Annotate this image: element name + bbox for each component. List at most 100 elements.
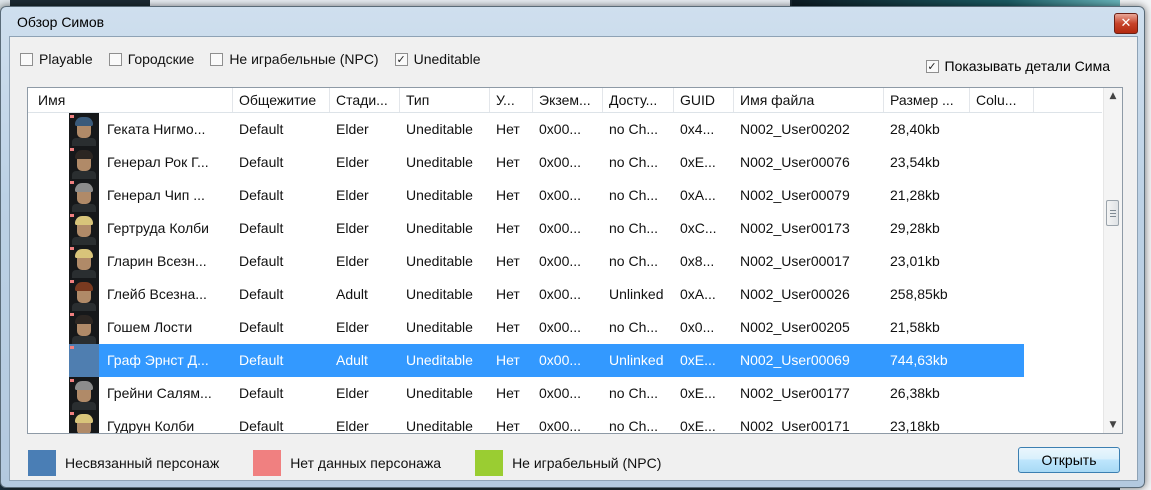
cell-dorm: Default [239, 253, 284, 269]
cell-size: 29,28kb [890, 220, 940, 236]
cell-name: Гертруда Колби [107, 220, 209, 236]
cell-stage: Adult [336, 352, 368, 368]
dialog-body: Playable Городские Не играбельные (NPC) ✓ Un… [9, 36, 1138, 481]
filter-label: Uneditable [413, 51, 481, 67]
cell-type: Uneditable [406, 319, 473, 335]
cell-inst: 0x00... [539, 220, 582, 236]
scroll-down-icon[interactable]: ▼ [1104, 417, 1122, 433]
cell-stage: Elder [336, 121, 369, 137]
table-row[interactable]: Гудрун Колби Default Elder Uneditable Нет 0x0… [28, 410, 1102, 434]
cell-file: N002_User00026 [740, 286, 850, 302]
window-title: Обзор Симов [17, 14, 105, 30]
scroll-thumb[interactable] [1106, 200, 1119, 226]
cell-guid: 0xA... [680, 286, 716, 302]
cell-access: Unlinked [609, 352, 664, 368]
table-row[interactable]: Генерал Чип ... Default Elder Uneditable Нет… [28, 179, 1102, 212]
color-legend: Несвязанный персонаж Нет данных персонажа… [28, 450, 695, 476]
cell-u: Нет [496, 253, 520, 269]
show-details-checkbox[interactable]: ✓ [925, 59, 939, 73]
cell-inst: 0x00... [539, 121, 582, 137]
sim-avatar [69, 344, 99, 377]
legend-label: Несвязанный персонаж [65, 455, 220, 471]
legend-swatch [28, 450, 56, 476]
cell-file: N002_User00202 [740, 121, 850, 137]
table-row[interactable]: Гертруда Колби Default Elder Uneditable Нет 0… [28, 212, 1102, 245]
cell-guid: 0xA... [680, 187, 716, 203]
legend-label: Нет данных персонажа [290, 455, 442, 471]
cell-type: Uneditable [406, 418, 473, 434]
cell-name: Граф Эрнст Д... [107, 352, 209, 368]
cell-type: Uneditable [406, 220, 473, 236]
grip-line [1110, 210, 1116, 211]
cell-u: Нет [496, 352, 520, 368]
filter-2[interactable]: Не играбельные (NPC) [210, 51, 379, 67]
table-row[interactable]: Гошем Лости Default Elder Uneditable Нет 0x00… [28, 311, 1102, 344]
cell-inst: 0x00... [539, 154, 582, 170]
column-header[interactable]: Экзем... [533, 88, 603, 112]
filter-0[interactable]: Playable [20, 51, 93, 67]
cell-guid: 0x4... [680, 121, 715, 137]
cell-stage: Elder [336, 319, 369, 335]
cell-type: Uneditable [406, 154, 473, 170]
filter-1[interactable]: Городские [108, 51, 195, 67]
table-row[interactable]: Глейб Всезна... Default Adult Uneditable Нет… [28, 278, 1102, 311]
cell-inst: 0x00... [539, 253, 582, 269]
table-row[interactable]: Гларин Всезн... Default Elder Uneditable Нет… [28, 245, 1102, 278]
column-header[interactable]: Общежитие [233, 88, 330, 112]
filter-3[interactable]: ✓ Uneditable [394, 51, 481, 67]
cell-stage: Elder [336, 253, 369, 269]
column-header[interactable]: Тип [400, 88, 490, 112]
vertical-scrollbar[interactable]: ▲ ▼ [1103, 88, 1122, 433]
column-header[interactable]: Стади... [330, 88, 400, 112]
open-button[interactable]: Открыть [1018, 447, 1120, 473]
column-header[interactable]: Размер ... [884, 88, 970, 112]
filter-checkbox[interactable] [108, 52, 122, 66]
cell-file: N002_User00076 [740, 154, 850, 170]
cell-file: N002_User00069 [740, 352, 850, 368]
column-header[interactable]: GUID [674, 88, 734, 112]
table-row[interactable]: Геката Нигмо... Default Elder Uneditable Нет… [28, 113, 1102, 146]
cell-guid: 0xE... [680, 385, 716, 401]
cell-guid: 0x8... [680, 253, 715, 269]
cell-dorm: Default [239, 121, 284, 137]
cell-type: Uneditable [406, 352, 473, 368]
cell-inst: 0x00... [539, 418, 582, 434]
table-row[interactable]: Граф Эрнст Д... Default Adult Uneditable Нет… [28, 344, 1102, 377]
cell-file: N002_User00177 [740, 385, 850, 401]
cell-type: Uneditable [406, 187, 473, 203]
column-header[interactable]: Имя файла [734, 88, 884, 112]
cell-name: Гларин Всезн... [107, 253, 207, 269]
filter-checkbox[interactable]: ✓ [394, 52, 408, 66]
filter-label: Городские [127, 51, 195, 67]
cell-name: Геката Нигмо... [107, 121, 206, 137]
filter-checkbox[interactable] [20, 52, 33, 66]
title-bar[interactable]: Обзор Симов ✕ [1, 7, 1144, 37]
cell-u: Нет [496, 187, 520, 203]
scroll-up-icon[interactable]: ▲ [1104, 88, 1122, 104]
cell-size: 23,54kb [890, 154, 940, 170]
sim-avatar [69, 245, 99, 278]
cell-access: no Ch... [609, 121, 659, 137]
table-row[interactable]: Грейни Салям... Default Elder Uneditable Нет… [28, 377, 1102, 410]
sim-avatar [69, 311, 99, 344]
cell-size: 744,63kb [890, 352, 948, 368]
show-details-label: Показывать детали Сима [944, 58, 1111, 74]
cell-access: no Ch... [609, 319, 659, 335]
legend-label: Не играбельный (NPC) [512, 455, 662, 471]
sims-list[interactable]: Имя Общежитие Стади... Тип У... Экзем... Досту… [27, 87, 1123, 434]
cell-type: Uneditable [406, 385, 473, 401]
cell-file: N002_User00205 [740, 319, 850, 335]
filter-checkbox[interactable] [210, 52, 224, 66]
column-header[interactable]: У... [490, 88, 533, 112]
column-header[interactable]: Имя [28, 88, 233, 112]
filter-label: Не играбельные (NPC) [229, 51, 379, 67]
cell-access: no Ch... [609, 220, 659, 236]
cell-u: Нет [496, 121, 520, 137]
cell-access: Unlinked [609, 286, 664, 302]
close-button[interactable]: ✕ [1114, 13, 1138, 34]
table-row[interactable]: Генерал Рок Г... Default Elder Uneditable Не… [28, 146, 1102, 179]
column-header[interactable]: Colu... [970, 88, 1034, 112]
show-details-toggle[interactable]: ✓ Показывать детали Сима [925, 58, 1111, 74]
cell-size: 28,40kb [890, 121, 940, 137]
column-header[interactable]: Досту... [603, 88, 674, 112]
